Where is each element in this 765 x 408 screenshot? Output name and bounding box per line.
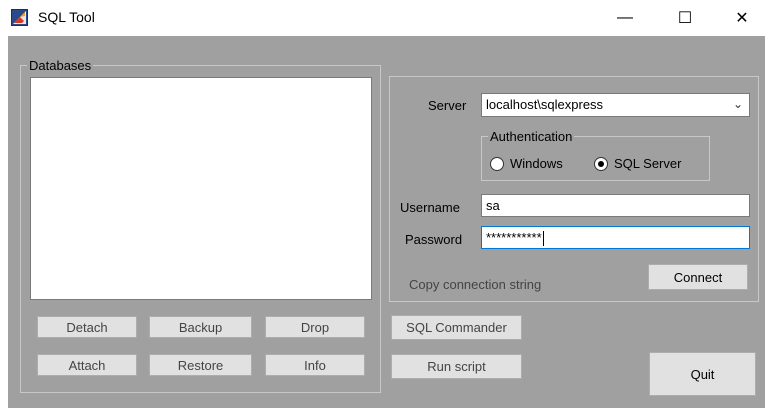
databases-listbox[interactable] xyxy=(30,77,372,300)
info-button[interactable]: Info xyxy=(265,354,365,376)
server-dropdown[interactable]: localhost\sqlexpress ⌄ xyxy=(481,93,750,117)
run-script-button[interactable]: Run script xyxy=(391,354,522,379)
radio-selected-icon xyxy=(594,156,608,171)
quit-button[interactable]: Quit xyxy=(649,352,756,396)
username-label: Username xyxy=(400,200,460,215)
close-icon: ✕ xyxy=(735,10,749,27)
sql-commander-button[interactable]: SQL Commander xyxy=(391,315,522,340)
backup-button[interactable]: Backup xyxy=(149,316,252,338)
authentication-label: Authentication xyxy=(488,129,575,144)
detach-button[interactable]: Detach xyxy=(37,316,137,338)
password-input[interactable]: *********** xyxy=(481,226,750,249)
restore-button[interactable]: Restore xyxy=(149,354,252,376)
drop-button[interactable]: Drop xyxy=(265,316,365,338)
copy-connection-string-link[interactable]: Copy connection string xyxy=(409,277,541,292)
minimize-icon: — xyxy=(617,9,633,26)
maximize-button[interactable]: ☐ xyxy=(662,0,708,36)
title-bar[interactable]: SQL Tool — ☐ ✕ xyxy=(0,0,765,36)
server-label: Server xyxy=(428,98,467,113)
window-title: SQL Tool xyxy=(38,9,95,25)
chevron-down-icon: ⌄ xyxy=(732,97,743,111)
app-icon xyxy=(11,9,28,26)
auth-sqlserver-label: SQL Server xyxy=(614,156,682,171)
minimize-button[interactable]: — xyxy=(602,0,648,36)
auth-windows-radio[interactable]: Windows xyxy=(490,156,563,171)
client-area: Databases Detach Backup Drop Attach Rest… xyxy=(8,36,765,408)
password-value: *********** xyxy=(486,230,542,245)
radio-unselected-icon xyxy=(490,156,504,171)
app-window: SQL Tool — ☐ ✕ Databases Detach Backup D… xyxy=(0,0,765,408)
username-input[interactable]: sa xyxy=(481,194,750,217)
auth-windows-label: Windows xyxy=(510,156,563,171)
maximize-icon: ☐ xyxy=(677,10,693,27)
databases-group-label: Databases xyxy=(27,58,94,73)
server-value: localhost\sqlexpress xyxy=(486,97,604,112)
attach-button[interactable]: Attach xyxy=(37,354,137,376)
auth-sqlserver-radio[interactable]: SQL Server xyxy=(594,156,681,171)
password-label: Password xyxy=(405,232,463,247)
text-caret xyxy=(542,231,544,247)
close-button[interactable]: ✕ xyxy=(719,0,765,36)
username-value: sa xyxy=(486,198,500,213)
connect-button[interactable]: Connect xyxy=(648,264,748,290)
